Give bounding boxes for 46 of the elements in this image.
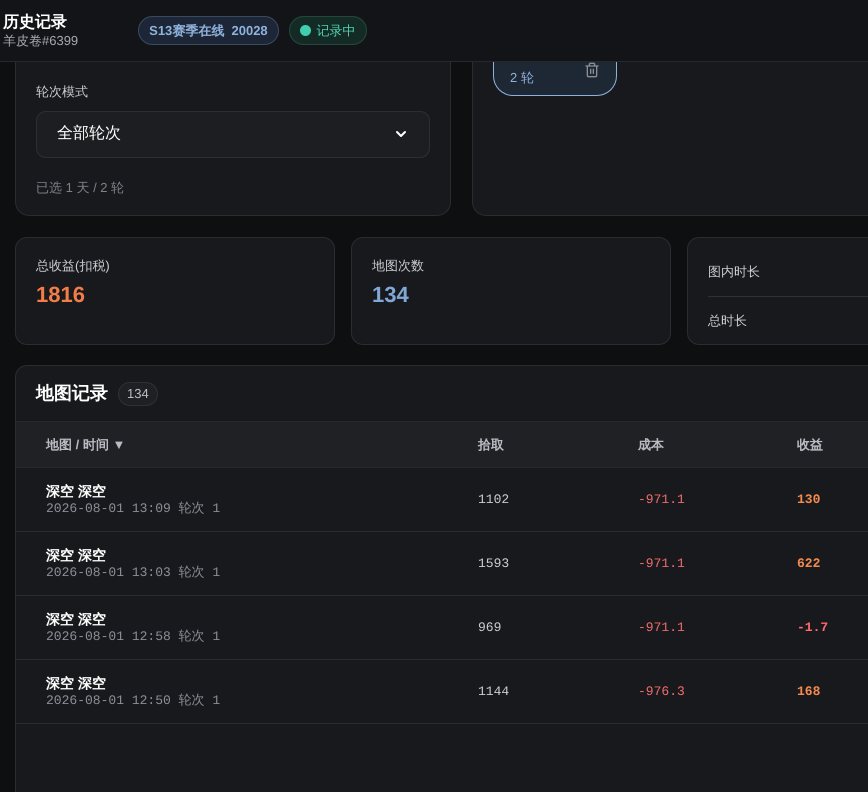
map-time: 2026-08-01 12:58 轮次 1 [46, 628, 222, 646]
cost-cell-text: -971.1 [638, 554, 686, 573]
record-row[interactable]: 深空 深空 2026-08-01 12:58 轮次 1 969 -971.1 -1.7 [16, 596, 868, 660]
map-name: 深空 深空 [46, 610, 107, 628]
profit-cell-text: 130 [797, 490, 822, 509]
column-header[interactable]: 拾取 [478, 434, 638, 454]
trash-icon[interactable] [584, 62, 600, 78]
map-name: 深空 深空 [46, 482, 107, 500]
map-name: 深空 深空 [46, 674, 107, 692]
chip-rounds: 2 轮 [510, 70, 534, 86]
season-badge: S13赛季在线 20028 [138, 16, 279, 45]
record-row[interactable]: 深空 深空 2026-08-01 12:50 轮次 1 1144 -976.3 168 [16, 660, 868, 724]
profit-cell-text: 168 [797, 682, 822, 701]
column-header[interactable]: 成本 [638, 434, 797, 454]
profit-cell-text: 622 [797, 554, 822, 573]
stat-value: 134 [372, 280, 410, 308]
cost-cell-text: -976.3 [638, 682, 686, 701]
pickup-cell-text: 1593 [478, 554, 510, 573]
stat-label: 总收益(扣税) [36, 257, 111, 275]
page-title: 历史记录 [3, 12, 68, 32]
duration-label: 总时长 [708, 313, 747, 328]
records-title: 地图记录 [36, 382, 108, 405]
stat-label: 地图次数 [372, 257, 425, 275]
count-badge: 134 [118, 382, 158, 406]
record-row[interactable]: 深空 深空 2026-08-01 13:09 轮次 1 1102 -971.1 130 [16, 468, 868, 532]
date-chip[interactable]: 2 轮 [493, 62, 617, 96]
recording-badge: 记录中 [288, 16, 367, 45]
column-header[interactable]: 地图 / 时间 ▼ [16, 434, 478, 454]
column-header[interactable]: 收益 [797, 434, 868, 454]
filter-label: 轮次模式 [36, 83, 89, 101]
stat-value: 1816 [36, 280, 86, 308]
map-time: 2026-08-01 12:50 轮次 1 [46, 692, 222, 710]
map-time: 2026-08-01 13:09 轮次 1 [46, 500, 222, 518]
profit-cell-text: -1.7 [797, 618, 830, 637]
map-time: 2026-08-01 13:03 轮次 1 [46, 564, 222, 582]
selection-summary: 已选 1 天 / 2 轮 [36, 178, 126, 196]
duration-label: 图内时长 [708, 264, 760, 279]
pickup-cell-text: 1102 [478, 490, 510, 509]
record-row[interactable]: 深空 深空 2026-08-01 13:03 轮次 1 1593 -971.1 622 [16, 532, 868, 596]
map-name: 深空 深空 [46, 546, 107, 564]
page-subtitle: 羊皮卷#6399 [3, 32, 78, 48]
round-mode-select[interactable]: 全部轮次 [36, 110, 430, 158]
cost-cell-text: -971.1 [638, 490, 686, 509]
pickup-cell-text: 969 [478, 618, 502, 637]
cost-cell-text: -971.1 [638, 618, 686, 637]
pickup-cell-text: 1144 [478, 682, 510, 701]
